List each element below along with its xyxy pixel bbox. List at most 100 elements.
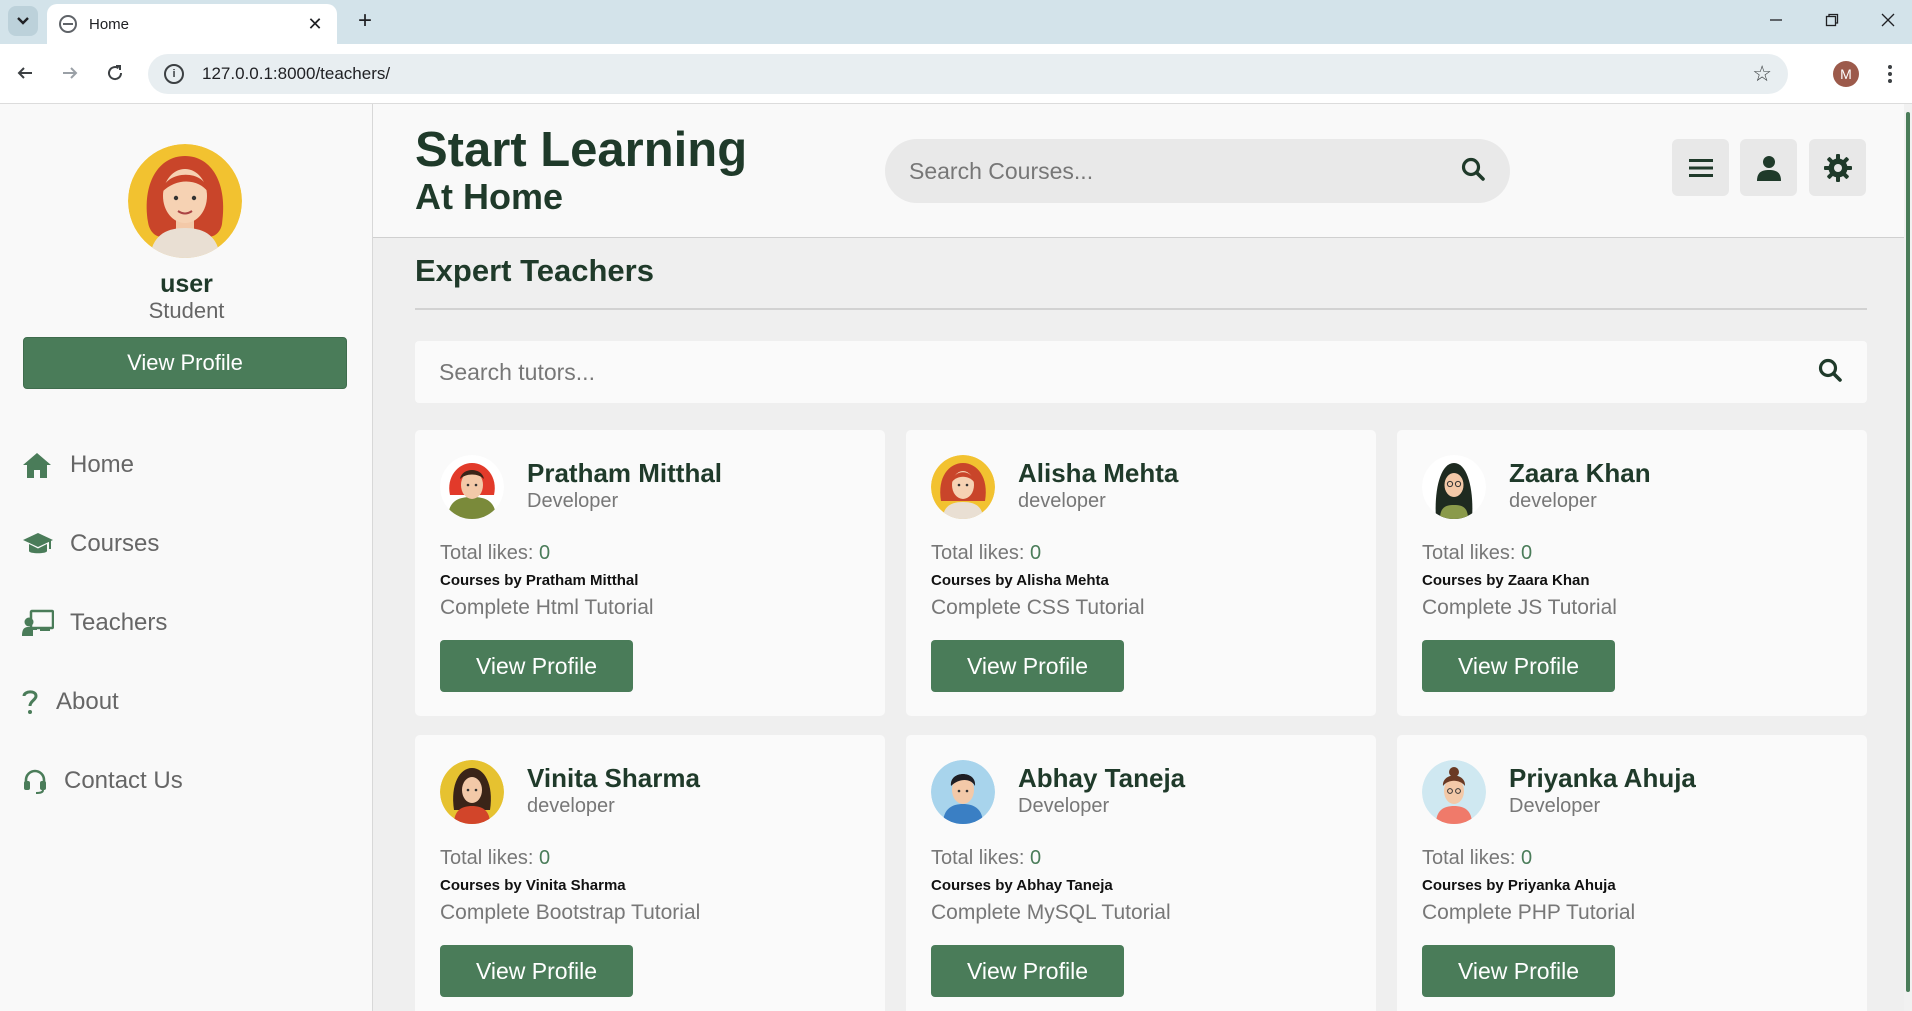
bookmark-star-icon[interactable]: ☆ bbox=[1752, 61, 1772, 87]
view-profile-button[interactable]: View Profile bbox=[440, 945, 633, 997]
courses-by-label: Courses by Abhay Taneja bbox=[931, 877, 1113, 894]
globe-icon bbox=[59, 15, 77, 33]
user-role: Student bbox=[148, 298, 225, 323]
teacher-card: Alisha Mehta developer Total likes: 0 Co… bbox=[906, 430, 1376, 716]
view-profile-button[interactable]: View Profile bbox=[931, 945, 1124, 997]
likes-count: 0 bbox=[1520, 847, 1533, 869]
menu-button[interactable] bbox=[1672, 139, 1729, 196]
courses-by-label: Courses by Zaara Khan bbox=[1422, 572, 1590, 589]
course-search-bar[interactable]: Search Courses... bbox=[885, 139, 1510, 203]
forward-button[interactable] bbox=[53, 56, 87, 90]
address-bar[interactable]: i 127.0.0.1:8000/teachers/ ☆ bbox=[148, 54, 1788, 94]
sidebar-item-home[interactable]: Home bbox=[22, 440, 352, 490]
reload-icon bbox=[108, 65, 123, 81]
teacher-role: Developer bbox=[1018, 795, 1110, 817]
sidebar-item-teachers[interactable]: Teachers bbox=[22, 598, 352, 648]
sidebar-item-about[interactable]: About bbox=[22, 677, 352, 727]
logo-title[interactable]: Start Learning bbox=[415, 122, 747, 178]
settings-button[interactable] bbox=[1809, 139, 1866, 196]
teacher-role: Developer bbox=[1509, 795, 1601, 817]
chalkboard-teacher-icon bbox=[22, 608, 56, 638]
home-icon bbox=[22, 450, 56, 480]
url-text[interactable]: 127.0.0.1:8000/teachers/ bbox=[202, 64, 1752, 84]
restore-icon bbox=[1825, 13, 1839, 27]
back-button[interactable] bbox=[8, 56, 42, 90]
section-title: Expert Teachers bbox=[415, 253, 654, 288]
tab-search-button[interactable] bbox=[8, 6, 38, 36]
teacher-card: Priyanka Ahuja Developer Total likes: 0 … bbox=[1397, 735, 1867, 1011]
close-window-button[interactable] bbox=[1860, 0, 1912, 40]
teacher-name: Abhay Taneja bbox=[1018, 763, 1186, 793]
course-title[interactable]: Complete CSS Tutorial bbox=[931, 596, 1145, 620]
sidebar-item-label: About bbox=[56, 688, 119, 715]
course-title[interactable]: Complete MySQL Tutorial bbox=[931, 901, 1171, 925]
likes-label: Total likes: bbox=[931, 542, 1025, 564]
headset-icon bbox=[22, 766, 50, 796]
close-tab-icon[interactable]: ✕ bbox=[305, 14, 325, 35]
courses-by-label: Courses by Alisha Mehta bbox=[931, 572, 1109, 589]
site-info-icon[interactable]: i bbox=[164, 64, 184, 84]
reload-button[interactable] bbox=[98, 56, 132, 90]
user-button[interactable] bbox=[1740, 139, 1797, 196]
close-icon bbox=[1881, 13, 1895, 27]
divider bbox=[415, 308, 1867, 310]
arrow-right-icon bbox=[63, 67, 78, 79]
teacher-name: Zaara Khan bbox=[1509, 458, 1651, 488]
teacher-card: Zaara Khan developer Total likes: 0 Cour… bbox=[1397, 430, 1867, 716]
likes-label: Total likes: bbox=[440, 542, 534, 564]
likes-count: 0 bbox=[1520, 542, 1533, 564]
view-profile-button[interactable]: View Profile bbox=[1422, 640, 1615, 692]
sidebar-item-label: Home bbox=[70, 451, 135, 478]
sidebar-item-courses[interactable]: Courses bbox=[22, 519, 352, 569]
course-title[interactable]: Complete Bootstrap Tutorial bbox=[440, 901, 700, 925]
teacher-role: Developer bbox=[527, 490, 619, 512]
tutor-search-input[interactable]: Search tutors... bbox=[439, 359, 1817, 386]
new-tab-button[interactable]: + bbox=[350, 6, 380, 36]
teacher-avatar bbox=[440, 760, 504, 824]
likes-label: Total likes: bbox=[1422, 847, 1516, 869]
view-profile-button[interactable]: View Profile bbox=[23, 337, 347, 389]
teacher-card: Vinita Sharma developer Total likes: 0 C… bbox=[415, 735, 885, 1011]
sidebar: user Student View Profile Home Courses T… bbox=[0, 104, 373, 1011]
teacher-role: developer bbox=[1018, 490, 1106, 512]
teacher-role: developer bbox=[1509, 490, 1597, 512]
view-profile-button[interactable]: View Profile bbox=[440, 640, 633, 692]
course-search-input[interactable]: Search Courses... bbox=[909, 158, 1460, 185]
teacher-name: Alisha Mehta bbox=[1018, 458, 1179, 488]
graduation-cap-icon bbox=[22, 529, 56, 559]
sidebar-item-label: Contact Us bbox=[64, 767, 183, 794]
view-profile-button[interactable]: View Profile bbox=[931, 640, 1124, 692]
teacher-role: developer bbox=[527, 795, 615, 817]
likes-count: 0 bbox=[538, 542, 551, 564]
teacher-name: Vinita Sharma bbox=[527, 763, 700, 793]
teacher-likes: Total likes: 0 bbox=[1422, 847, 1532, 870]
arrow-left-icon bbox=[17, 67, 32, 79]
likes-count: 0 bbox=[538, 847, 551, 869]
page-header: Start Learning At Home Search Courses... bbox=[373, 104, 1912, 238]
search-icon[interactable] bbox=[1460, 156, 1486, 187]
teacher-likes: Total likes: 0 bbox=[1422, 542, 1532, 565]
course-title[interactable]: Complete Html Tutorial bbox=[440, 596, 654, 620]
scrollbar-thumb[interactable] bbox=[1906, 112, 1910, 992]
browser-tab[interactable]: Home ✕ bbox=[47, 4, 337, 44]
course-title[interactable]: Complete JS Tutorial bbox=[1422, 596, 1617, 620]
view-profile-button[interactable]: View Profile bbox=[1422, 945, 1615, 997]
tutor-search-bar[interactable]: Search tutors... bbox=[415, 341, 1867, 403]
courses-by-label: Courses by Priyanka Ahuja bbox=[1422, 877, 1616, 894]
restore-button[interactable] bbox=[1804, 0, 1860, 40]
course-title[interactable]: Complete PHP Tutorial bbox=[1422, 901, 1635, 925]
likes-count: 0 bbox=[1029, 542, 1042, 564]
teacher-avatar bbox=[931, 760, 995, 824]
courses-by-label: Courses by Pratham Mitthal bbox=[440, 572, 639, 589]
minimize-button[interactable] bbox=[1748, 0, 1804, 40]
sidebar-item-label: Courses bbox=[70, 530, 160, 557]
logo-subtitle[interactable]: At Home bbox=[415, 176, 563, 218]
sidebar-item-contact[interactable]: Contact Us bbox=[22, 756, 352, 806]
tab-title: Home bbox=[89, 15, 130, 33]
browser-profile-avatar[interactable]: M bbox=[1833, 61, 1859, 87]
browser-menu-icon[interactable] bbox=[1880, 59, 1900, 89]
teacher-likes: Total likes: 0 bbox=[931, 542, 1041, 565]
teacher-name: Priyanka Ahuja bbox=[1509, 763, 1696, 793]
teacher-avatar bbox=[440, 455, 504, 519]
search-icon[interactable] bbox=[1817, 357, 1843, 388]
